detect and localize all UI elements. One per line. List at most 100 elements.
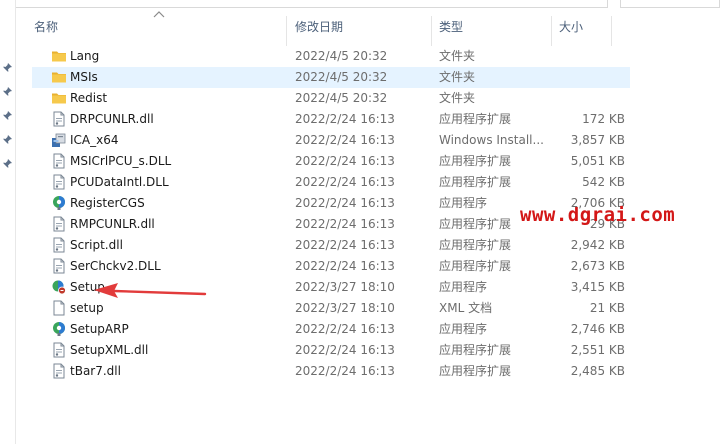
dll-file-icon — [51, 153, 67, 169]
file-size — [552, 46, 625, 67]
column-divider[interactable] — [286, 16, 287, 46]
file-row[interactable]: Redist 2022/4/5 20:32 文件夹 — [32, 88, 630, 109]
dll-file-icon — [51, 216, 67, 232]
file-modified-date: 2022/2/24 16:13 — [295, 217, 395, 231]
file-modified-date: 2022/2/24 16:13 — [295, 154, 395, 168]
pin-icon[interactable] — [2, 158, 13, 169]
file-size: 3,415 KB — [570, 280, 625, 294]
file-size: 2,551 KB — [570, 343, 625, 357]
quick-access-pin-strip — [0, 0, 16, 444]
file-row[interactable]: PCUDataIntl.DLL 2022/2/24 16:13 应用程序扩展 542 … — [32, 172, 630, 193]
file-row[interactable]: MSIs 2022/4/5 20:32 文件夹 — [32, 67, 630, 88]
file-size — [552, 67, 625, 88]
watermark-text: www.dgrai.com — [520, 204, 676, 226]
column-divider[interactable] — [431, 16, 432, 46]
pin-icon[interactable] — [2, 62, 13, 73]
file-type: 文件夹 — [439, 70, 476, 84]
file-type: 应用程序扩展 — [439, 175, 512, 189]
column-header-type[interactable]: 类型 — [439, 8, 549, 46]
pin-icon[interactable] — [2, 86, 13, 97]
file-modified-date: 2022/3/27 18:10 — [295, 280, 395, 294]
dll-file-icon — [51, 363, 67, 379]
dll-file-icon — [51, 258, 67, 274]
file-row[interactable]: Script.dll 2022/2/24 16:13 应用程序扩展 2,942 KB — [32, 235, 630, 256]
column-divider[interactable] — [551, 16, 552, 46]
file-row[interactable]: tBar7.dll 2022/2/24 16:13 应用程序扩展 2,485 KB — [32, 361, 630, 382]
file-modified-date: 2022/3/27 18:10 — [295, 301, 395, 315]
app-exe-icon — [51, 321, 67, 337]
file-type: 应用程序扩展 — [439, 259, 512, 273]
file-row[interactable]: SerChckv2.DLL 2022/2/24 16:13 应用程序扩展 2,673 … — [32, 256, 630, 277]
folder-icon — [51, 48, 67, 64]
column-header-size[interactable]: 大小 — [559, 8, 619, 46]
file-row[interactable]: SetupARP 2022/2/24 16:13 应用程序 2,746 KB — [32, 319, 630, 340]
file-size: 21 KB — [589, 301, 625, 315]
file-name: MSICrlPCU_s.DLL — [70, 154, 172, 168]
file-size: 172 KB — [582, 112, 625, 126]
file-size: 2,485 KB — [570, 364, 625, 378]
file-name: SerChckv2.DLL — [70, 259, 161, 273]
file-modified-date: 2022/2/24 16:13 — [295, 364, 395, 378]
file-row[interactable]: Lang 2022/4/5 20:32 文件夹 — [32, 46, 630, 67]
file-name: Script.dll — [70, 238, 123, 252]
file-row[interactable]: ICA_x64 2022/2/24 16:13 Windows Install...… — [32, 130, 630, 151]
dll-file-icon — [51, 174, 67, 190]
file-name: PCUDataIntl.DLL — [70, 175, 169, 189]
file-name: tBar7.dll — [70, 364, 121, 378]
dll-file-icon — [51, 111, 67, 127]
file-modified-date: 2022/4/5 20:32 — [295, 70, 388, 84]
file-modified-date: 2022/2/24 16:13 — [295, 322, 395, 336]
file-modified-date: 2022/2/24 16:13 — [295, 343, 395, 357]
file-row[interactable]: MSICrlPCU_s.DLL 2022/2/24 16:13 应用程序扩展 5,05… — [32, 151, 630, 172]
red-arrow-annotation — [94, 283, 207, 298]
file-modified-date: 2022/4/5 20:32 — [295, 91, 388, 105]
folder-icon — [51, 69, 67, 85]
file-name: Redist — [70, 91, 108, 105]
file-modified-date: 2022/2/24 16:13 — [295, 175, 395, 189]
file-modified-date: 2022/4/5 20:32 — [295, 49, 388, 63]
file-modified-date: 2022/2/24 16:13 — [295, 238, 395, 252]
file-size — [552, 88, 625, 109]
file-modified-date: 2022/2/24 16:13 — [295, 259, 395, 273]
file-type: XML 文档 — [439, 301, 493, 315]
file-type: 应用程序扩展 — [439, 154, 512, 168]
search-box-edge[interactable] — [620, 0, 720, 8]
file-size: 2,673 KB — [570, 259, 625, 273]
file-size: 2,746 KB — [570, 322, 625, 336]
file-size: 2,942 KB — [570, 238, 625, 252]
file-name: ICA_x64 — [70, 133, 119, 147]
file-row[interactable]: SetupXML.dll 2022/2/24 16:13 应用程序扩展 2,551 K… — [32, 340, 630, 361]
file-type: 应用程序 — [439, 280, 488, 294]
file-modified-date: 2022/2/24 16:13 — [295, 133, 395, 147]
pin-icon[interactable] — [2, 134, 13, 145]
file-size: 3,857 KB — [570, 133, 625, 147]
xml-document-icon — [51, 300, 67, 316]
dll-file-icon — [51, 342, 67, 358]
file-modified-date: 2022/2/24 16:13 — [295, 196, 395, 210]
folder-icon — [51, 90, 67, 106]
column-header-date[interactable]: 修改日期 — [295, 8, 435, 46]
file-name: MSIs — [70, 70, 98, 84]
file-type: 文件夹 — [439, 49, 476, 63]
file-name: RMPCUNLR.dll — [70, 217, 155, 231]
file-name: RegisterCGS — [70, 196, 145, 210]
column-header-row: 名称 修改日期 类型 大小 — [16, 8, 720, 46]
column-divider[interactable] — [611, 16, 612, 46]
file-type: 应用程序扩展 — [439, 364, 512, 378]
file-row[interactable]: DRPCUNLR.dll 2022/2/24 16:13 应用程序扩展 172 KB — [32, 109, 630, 130]
file-type: 文件夹 — [439, 91, 476, 105]
top-toolbar-edge — [16, 0, 720, 8]
column-header-name[interactable]: 名称 — [34, 8, 284, 46]
file-type: Windows Install... — [439, 133, 544, 147]
installer-package-icon — [51, 132, 67, 148]
pin-icon[interactable] — [2, 110, 13, 121]
setup-exe-icon — [51, 279, 67, 295]
file-type: 应用程序扩展 — [439, 112, 512, 126]
file-name: SetupXML.dll — [70, 343, 149, 357]
file-size: 542 KB — [582, 175, 625, 189]
file-modified-date: 2022/2/24 16:13 — [295, 112, 395, 126]
file-size: 5,051 KB — [570, 154, 625, 168]
file-name: SetupARP — [70, 322, 129, 336]
dll-file-icon — [51, 237, 67, 253]
file-name: Lang — [70, 49, 100, 63]
